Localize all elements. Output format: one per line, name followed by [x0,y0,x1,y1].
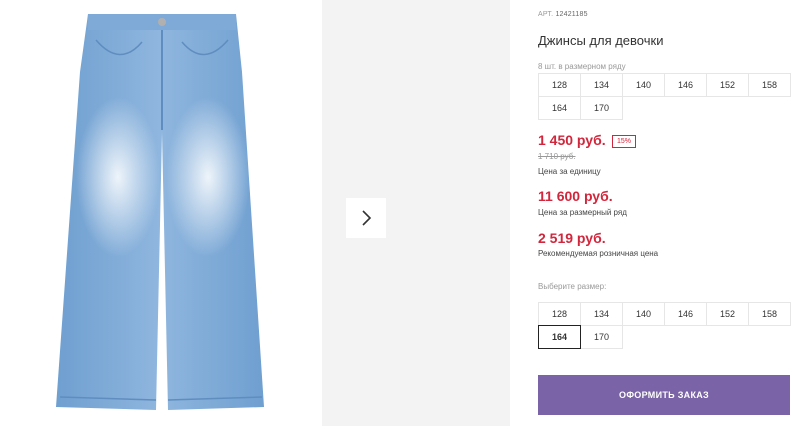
size-row-cell: 134 [580,73,623,97]
article-label: АРТ. [538,11,554,18]
size-row-cell: 146 [664,73,707,97]
size-option[interactable]: 134 [580,302,623,326]
old-price: 1 710 руб. [538,152,576,161]
jeans-image [56,14,264,410]
size-row-cell: 164 [538,96,581,120]
set-price: 11 600 руб. [538,188,613,204]
size-option[interactable]: 170 [580,325,623,349]
unit-price-caption: Цена за единицу [538,167,601,176]
size-option[interactable]: 146 [664,302,707,326]
discount-badge: 15% [612,135,637,148]
retail-price: 2 519 руб. [538,230,606,246]
order-button[interactable]: ОФОРМИТЬ ЗАКАЗ [538,375,790,415]
product-image-main [0,0,320,426]
size-set-count: 8 шт. в размерном ряду [538,62,626,71]
retail-price-caption: Рекомендуемая розничная цена [538,249,659,258]
size-row-cell: 158 [748,73,791,97]
size-selector: 128 134 140 146 152 158 164 170 [538,302,791,349]
size-option[interactable]: 140 [622,302,665,326]
size-row-cell: 128 [538,73,581,97]
size-option[interactable]: 158 [748,302,791,326]
next-image-button[interactable] [346,198,386,238]
chevron-right-icon [362,210,372,226]
size-row-cell: 170 [580,96,623,120]
article-number: 12421185 [555,11,588,18]
size-option-selected[interactable]: 164 [538,325,581,349]
size-option[interactable]: 152 [706,302,749,326]
article-line: АРТ. 12421185 [538,11,588,18]
size-row-cell: 152 [706,73,749,97]
set-price-caption: Цена за размерный ряд [538,208,627,217]
size-row: 128 134 140 146 152 158 164 170 [538,73,791,120]
size-option[interactable]: 128 [538,302,581,326]
size-row-cell: 140 [622,73,665,97]
choose-size-label: Выберите размер: [538,282,607,291]
product-title: Джинсы для девочки [538,33,664,48]
unit-price: 1 450 руб. [538,132,606,148]
